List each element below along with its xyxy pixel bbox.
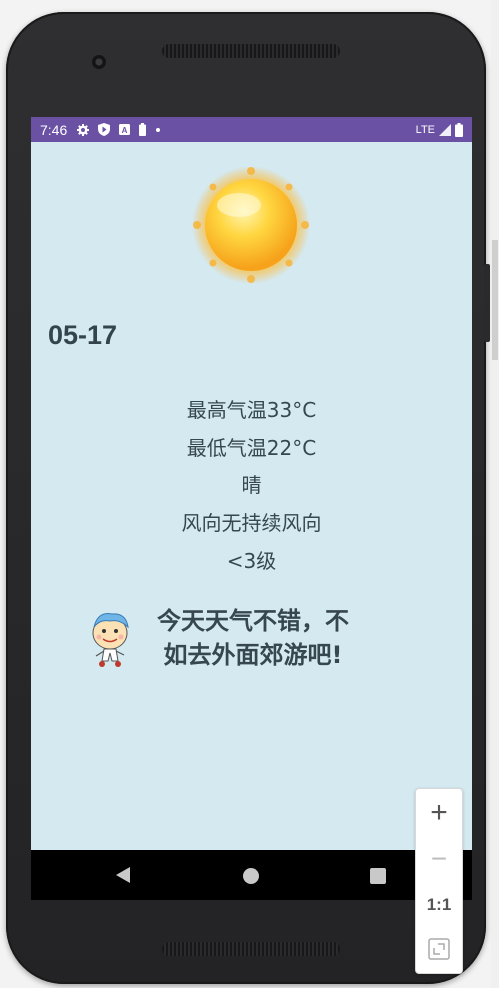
bottom-speaker [162, 942, 340, 956]
power-button[interactable] [484, 264, 490, 342]
date-label: 05-17 [48, 320, 118, 350]
battery-small-icon [139, 123, 147, 136]
gear-icon [77, 123, 90, 136]
recent-apps-icon[interactable] [370, 868, 386, 884]
network-type: LTE [415, 123, 435, 136]
emulator-scroll-thumb[interactable] [492, 240, 498, 360]
back-icon[interactable] [116, 867, 130, 883]
a-badge-icon: A [119, 124, 131, 135]
cartoon-kid-icon [92, 613, 129, 667]
zoom-out-button[interactable]: − [416, 841, 462, 877]
emulator-sidebar-edge [491, 0, 499, 988]
sun-icon [192, 167, 310, 284]
dot-icon [156, 127, 161, 132]
suggestion-message: 今天天气不错，不如去外面郊游吧! [157, 607, 349, 669]
play-protect-icon [98, 123, 111, 136]
svg-text:A: A [122, 126, 128, 135]
status-bar: 7:46 A LTE [31, 117, 472, 142]
fit-screen-icon[interactable] [428, 938, 450, 960]
emulator-zoom-panel: + − 1:1 [415, 788, 463, 974]
high-temperature: 最高气温33°C [186, 398, 317, 422]
battery-icon [455, 122, 463, 137]
status-time: 7:46 [40, 121, 68, 138]
top-speaker [162, 44, 340, 58]
front-camera [92, 55, 106, 69]
wind-level: <3级 [226, 549, 277, 573]
phone-frame: 7:46 A LTE 05-17 最高气温33°C 最低气温22°C 晴 风向无… [6, 12, 490, 984]
home-icon[interactable] [243, 868, 259, 884]
wind-direction: 风向无持续风向 [181, 511, 322, 535]
weather-condition: 晴 [241, 473, 262, 497]
zoom-in-button[interactable]: + [416, 795, 462, 831]
actual-size-button[interactable]: 1:1 [416, 893, 462, 917]
navigation-bar [31, 850, 472, 900]
low-temperature: 最低气温22°C [186, 436, 317, 460]
signal-icon [439, 123, 451, 136]
device-screen: 7:46 A LTE 05-17 最高气温33°C 最低气温22°C 晴 风向无… [31, 117, 472, 900]
